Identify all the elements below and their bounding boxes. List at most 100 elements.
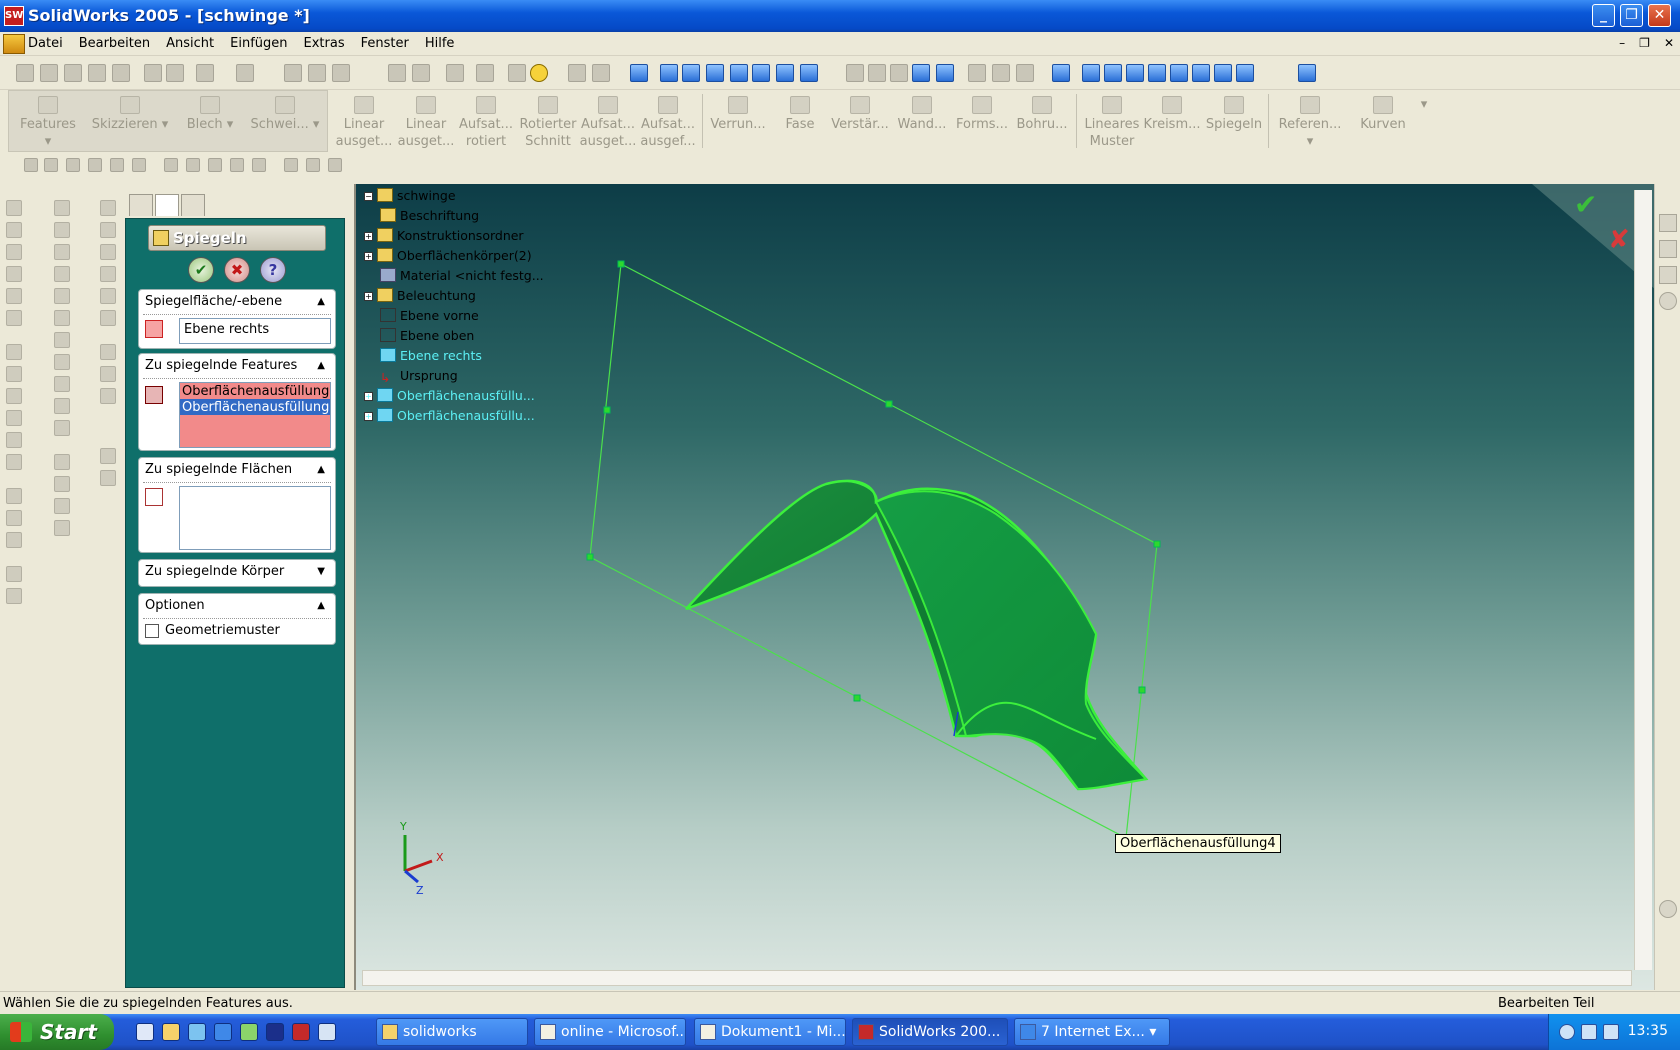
graphics-area[interactable]: ✔ ✘ Y X Z − schwinge Beschriftung + Konstr… xyxy=(354,184,1656,990)
view-top-icon[interactable] xyxy=(100,288,116,304)
corner-icon[interactable] xyxy=(230,158,244,172)
cmd-mirror[interactable]: Spiegeln xyxy=(1204,96,1264,133)
surface-loft-icon[interactable] xyxy=(54,266,70,282)
plane-handle[interactable] xyxy=(1138,686,1146,694)
planar-surface-icon[interactable] xyxy=(54,288,70,304)
menu-bearbeiten[interactable]: Bearbeiten xyxy=(79,36,150,51)
mirror-icon[interactable] xyxy=(6,532,22,548)
shaded-with-edges-icon[interactable] xyxy=(912,64,930,82)
faces-section-title[interactable]: Zu spiegelnde Flächen xyxy=(145,462,292,477)
selection-filter-icon[interactable] xyxy=(1298,64,1316,82)
quicklaunch-app-icon[interactable] xyxy=(162,1023,180,1041)
top-view-icon[interactable] xyxy=(1170,64,1188,82)
geometry-pattern-checkbox[interactable] xyxy=(145,624,159,638)
cmd-extruded-cut[interactable]: Linear ausget... xyxy=(396,96,456,150)
delete-face-icon[interactable] xyxy=(54,454,70,470)
hidden-lines-removed-icon[interactable] xyxy=(890,64,908,82)
cmd-extruded-boss[interactable]: Linear ausget... xyxy=(334,96,394,150)
group-skizzieren-button[interactable]: Skizzieren ▾ xyxy=(90,96,170,133)
show-desktop-icon[interactable] xyxy=(136,1023,154,1041)
cmd-revolved-boss[interactable]: Aufsat... rotiert xyxy=(456,96,516,150)
plane-handle[interactable] xyxy=(853,694,861,702)
propertymanager-tab[interactable] xyxy=(155,194,179,216)
options-icon[interactable] xyxy=(446,64,464,82)
front-view-icon[interactable] xyxy=(1082,64,1100,82)
isometric-view-icon[interactable] xyxy=(1214,64,1232,82)
plane-handle[interactable] xyxy=(603,406,611,414)
taskbar-button-internet-explorer[interactable]: 7 Internet Ex... ▾ xyxy=(1014,1018,1170,1046)
fill-surface-icon[interactable] xyxy=(54,420,70,436)
tree-item[interactable]: + Oberflächenkörper(2) xyxy=(364,248,532,268)
trimetric-view-icon[interactable] xyxy=(1236,64,1254,82)
tree-item[interactable]: Ebene vorne xyxy=(380,308,479,328)
collapse-pane-icon[interactable] xyxy=(1659,900,1677,918)
surface-sweep-icon[interactable] xyxy=(54,244,70,260)
layer-icon[interactable] xyxy=(100,470,116,486)
curves-icon[interactable] xyxy=(6,588,22,604)
new-document-icon[interactable] xyxy=(16,64,34,82)
tree-item[interactable]: + Oberflächenausfüllu... xyxy=(364,408,535,428)
maximize-button[interactable]: ❐ xyxy=(1620,4,1643,27)
horizontal-scrollbar[interactable] xyxy=(362,970,1632,986)
zoom-selection-icon[interactable] xyxy=(730,64,748,82)
save-icon[interactable] xyxy=(64,64,82,82)
cmd-rib[interactable]: Verstär... xyxy=(830,96,890,133)
featuremanager-tab[interactable] xyxy=(129,194,153,216)
help-button[interactable]: ? xyxy=(260,257,286,283)
extruded-cut-icon[interactable] xyxy=(6,222,22,238)
menu-hilfe[interactable]: Hilfe xyxy=(425,36,455,51)
group-features-button[interactable]: Features ▾ xyxy=(18,96,78,150)
expand-icon[interactable]: ▼ xyxy=(317,566,325,577)
expand-pane-icon[interactable] xyxy=(1659,292,1677,310)
plane-handle[interactable] xyxy=(617,260,625,268)
rotate-view-icon[interactable] xyxy=(752,64,770,82)
menu-fenster[interactable]: Fenster xyxy=(361,36,409,51)
cmd-revolved-cut[interactable]: Rotierter Schnitt xyxy=(518,96,578,150)
media-player-icon[interactable] xyxy=(318,1023,336,1041)
solidworks-menu-icon[interactable] xyxy=(3,34,25,54)
print-icon[interactable] xyxy=(88,64,106,82)
menu-ansicht[interactable]: Ansicht xyxy=(166,36,214,51)
normal-to-icon[interactable] xyxy=(1052,64,1070,82)
options-section-title[interactable]: Optionen xyxy=(145,598,205,613)
undo-icon[interactable] xyxy=(196,64,214,82)
trim-icon[interactable] xyxy=(110,158,124,172)
taskbar-button-solidworks[interactable]: SolidWorks 200... xyxy=(852,1018,1008,1046)
solidworks-quicklaunch-icon[interactable] xyxy=(292,1023,310,1041)
surface-extrude-icon[interactable] xyxy=(54,200,70,216)
home-icon[interactable] xyxy=(1659,214,1677,232)
block-icon[interactable] xyxy=(100,448,116,464)
mirror-plane-title[interactable]: Spiegelfläche/-ebene xyxy=(145,294,282,309)
collapse-icon[interactable]: ▲ xyxy=(317,296,325,307)
pan-icon[interactable] xyxy=(776,64,794,82)
revolved-cut-icon[interactable] xyxy=(6,266,22,282)
offset-icon[interactable] xyxy=(186,158,200,172)
section-view-icon[interactable] xyxy=(1016,64,1034,82)
offset-surface-icon[interactable] xyxy=(54,310,70,326)
knit-surface-icon[interactable] xyxy=(54,354,70,370)
shell-icon[interactable] xyxy=(6,410,22,426)
menu-datei[interactable]: Datei xyxy=(28,36,63,51)
cmd-fillet[interactable]: Verrun... xyxy=(708,96,768,133)
sketch-tool-icon[interactable] xyxy=(100,344,116,360)
perspective-icon[interactable] xyxy=(992,64,1010,82)
bodies-to-mirror-section[interactable]: Zu spiegelnde Körper ▼ xyxy=(138,559,336,587)
mirror-plane-field[interactable]: Ebene rechts xyxy=(179,318,331,344)
extrude-icon[interactable] xyxy=(6,200,22,216)
relations-icon[interactable] xyxy=(252,158,266,172)
sketch-angle-icon[interactable] xyxy=(328,158,342,172)
solidworks-logo-icon[interactable]: SW xyxy=(4,6,24,26)
quicklaunch-app-icon[interactable] xyxy=(188,1023,206,1041)
cmd-swept-boss[interactable]: Aufsat... ausget... xyxy=(578,96,638,150)
shaded-icon[interactable] xyxy=(936,64,954,82)
copy-icon[interactable] xyxy=(166,64,184,82)
loft-icon[interactable] xyxy=(6,310,22,326)
cmd-linear-pattern[interactable]: Lineares Muster xyxy=(1082,96,1142,150)
draft-icon[interactable] xyxy=(6,432,22,448)
point-icon[interactable] xyxy=(24,158,38,172)
table-icon[interactable] xyxy=(412,64,430,82)
tree-root[interactable]: − schwinge xyxy=(364,188,456,208)
doc-minimize-button[interactable]: – xyxy=(1619,36,1625,50)
zoom-in-out-icon[interactable] xyxy=(706,64,724,82)
group-weldments-button[interactable]: Schwei... ▾ xyxy=(250,96,320,133)
